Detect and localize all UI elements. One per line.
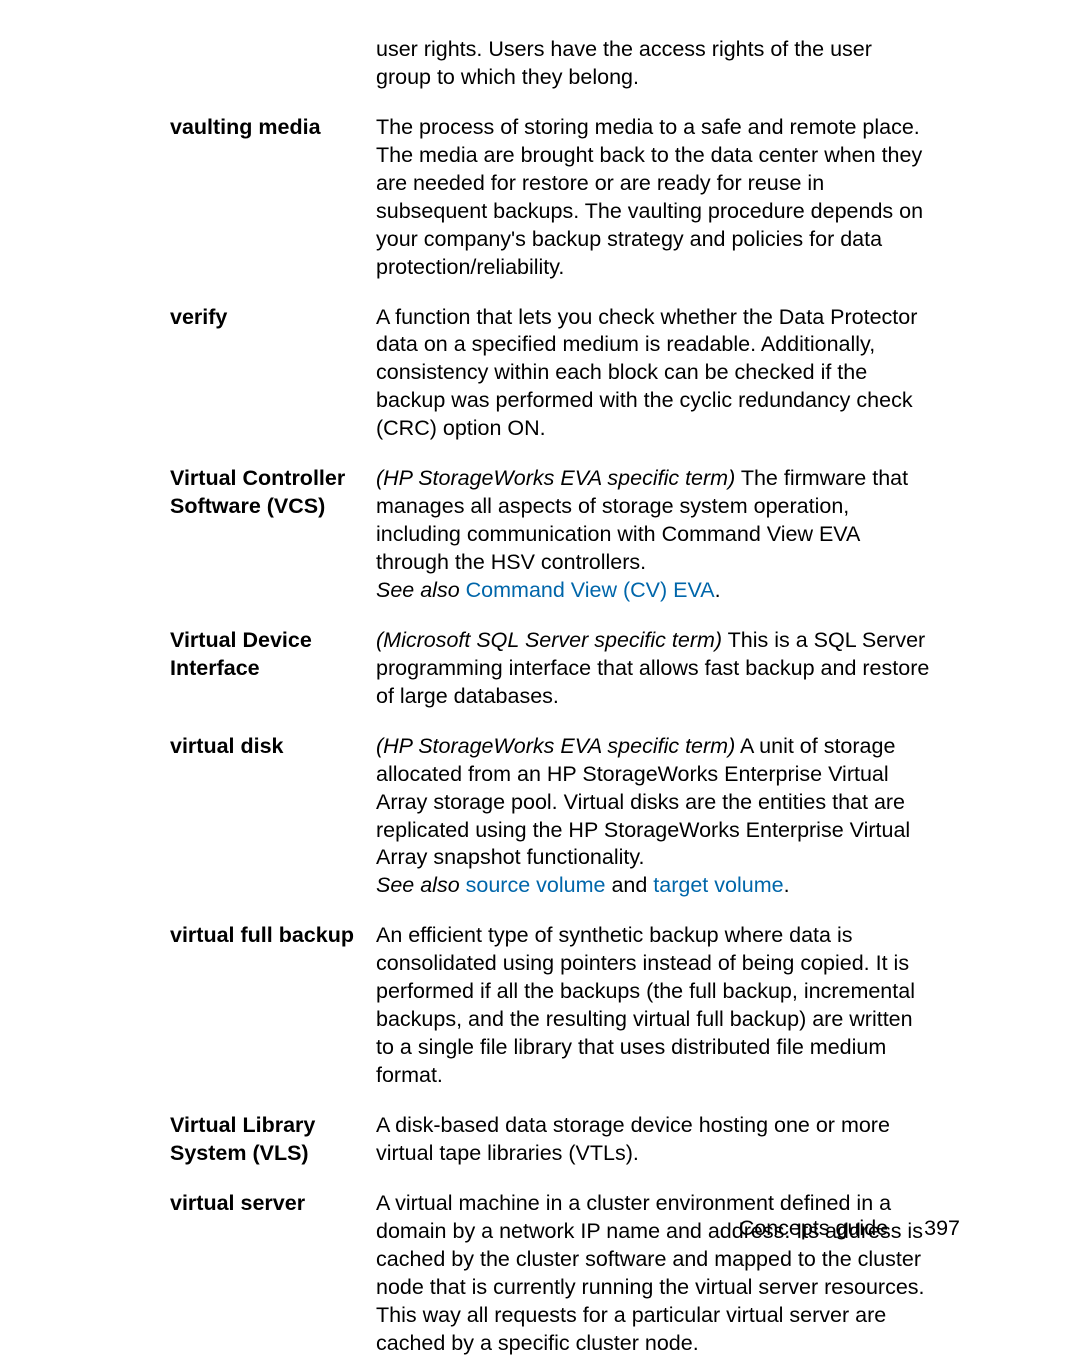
see-also-label: See also <box>376 873 460 897</box>
page-number: 397 <box>924 1216 960 1240</box>
glossary-entry: Virtual Library System (VLS) A disk-base… <box>170 1112 930 1168</box>
see-also-label: See also <box>376 578 460 602</box>
glossary-entry: Virtual Controller Software (VCS) (HP St… <box>170 465 930 605</box>
see-also-link[interactable]: source volume <box>460 873 606 897</box>
see-also-link[interactable]: target volume <box>647 873 783 897</box>
definition-text: An efficient type of synthetic backup wh… <box>376 922 930 1090</box>
qualifier-text: (HP StorageWorks EVA specific term) <box>376 734 735 758</box>
term: virtual disk <box>170 733 376 761</box>
glossary-entry: virtual full backup An efficient type of… <box>170 922 930 1090</box>
glossary-entry: Virtual Device Interface (Microsoft SQL … <box>170 627 930 711</box>
definition-text: user rights. Users have the access right… <box>376 36 930 92</box>
term: Virtual Library System (VLS) <box>170 1112 376 1168</box>
glossary-entry: verify A function that lets you check wh… <box>170 304 930 444</box>
qualifier-text: (HP StorageWorks EVA specific term) <box>376 466 735 490</box>
term: Virtual Controller Software (VCS) <box>170 465 376 521</box>
see-also-mid: and <box>605 873 647 897</box>
term: Virtual Device Interface <box>170 627 376 683</box>
see-also-suffix: . <box>784 873 790 897</box>
glossary-entry: vaulting media The process of storing me… <box>170 114 930 282</box>
definition-text: A virtual machine in a cluster environme… <box>376 1190 930 1357</box>
definition-text: (Microsoft SQL Server specific term) Thi… <box>376 627 930 711</box>
definition-text: A disk-based data storage device hosting… <box>376 1112 930 1168</box>
see-also-link[interactable]: Command View (CV) EVA <box>460 578 715 602</box>
glossary-continuation: user rights. Users have the access right… <box>170 36 930 92</box>
footer-title: Concepts guide <box>739 1216 888 1240</box>
qualifier-text: (Microsoft SQL Server specific term) <box>376 628 722 652</box>
term: virtual full backup <box>170 922 376 950</box>
glossary-entry: virtual server A virtual machine in a cl… <box>170 1190 930 1357</box>
definition-text: A function that lets you check whether t… <box>376 304 930 444</box>
term: vaulting media <box>170 114 376 142</box>
term: virtual server <box>170 1190 376 1218</box>
definition-text: The process of storing media to a safe a… <box>376 114 930 282</box>
term: verify <box>170 304 376 332</box>
definition-text: (HP StorageWorks EVA specific term) A un… <box>376 733 930 901</box>
definition-text: (HP StorageWorks EVA specific term) The … <box>376 465 930 605</box>
glossary-entry: virtual disk (HP StorageWorks EVA specif… <box>170 733 930 901</box>
page-footer: Concepts guide 397 <box>739 1216 960 1241</box>
see-also-suffix: . <box>715 578 721 602</box>
